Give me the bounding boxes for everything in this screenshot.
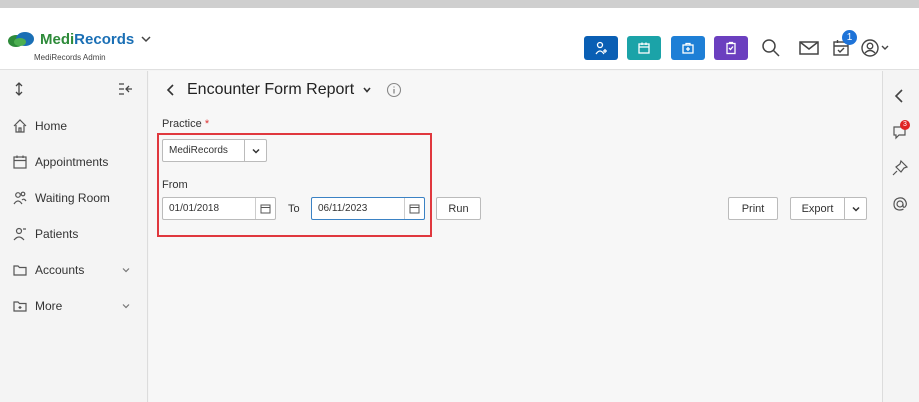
sidebar-item-patients[interactable]: Patients [0, 216, 148, 252]
more-icon [13, 301, 27, 312]
page-title: Encounter Form Report [187, 81, 355, 98]
search-icon [762, 39, 780, 57]
search-button[interactable] [759, 36, 783, 60]
browser-top-strip [0, 0, 919, 8]
chevron-down-icon [851, 206, 860, 212]
app-name: MediRecords [40, 30, 135, 48]
calendar-icon [638, 42, 650, 54]
chevron-down-icon [122, 304, 130, 309]
info-icon[interactable] [386, 82, 402, 98]
highlight-box [157, 133, 432, 237]
chevron-down-icon[interactable] [362, 85, 372, 95]
sidebar-item-waiting-room[interactable]: Waiting Room [0, 180, 148, 216]
mail-icon [799, 41, 819, 55]
export-button[interactable]: Export [791, 198, 844, 219]
app-header: MediRecords MediRecords Admin 1 [0, 8, 919, 70]
sidebar-item-label: Patients [35, 227, 79, 241]
expand-vertical-icon[interactable] [12, 82, 26, 96]
home-icon [13, 119, 27, 133]
chevron-down-icon [141, 36, 151, 43]
sidebar-item-more[interactable]: More [0, 288, 148, 324]
clipboard-button[interactable] [714, 36, 748, 60]
run-button[interactable]: Run [436, 197, 481, 220]
chevron-down-icon [122, 268, 130, 273]
waiting-room-icon [13, 191, 27, 205]
right-toolbar: 3 [882, 71, 919, 402]
export-button-group: Export [790, 197, 867, 220]
sidebar-item-label: More [35, 299, 63, 313]
folder-icon [13, 265, 27, 276]
sidebar-item-home[interactable]: Home [0, 108, 148, 144]
add-patient-button[interactable] [584, 36, 618, 60]
mention-icon[interactable] [891, 195, 909, 213]
sidebar-item-label: Waiting Room [35, 191, 110, 205]
chat-badge: 3 [900, 120, 910, 130]
sidebar-toolbar [0, 71, 148, 107]
schedule-button[interactable] [627, 36, 661, 60]
medical-kit-button[interactable] [671, 36, 705, 60]
clipboard-icon [726, 41, 736, 55]
user-menu-button[interactable] [860, 36, 890, 60]
collapse-sidebar-icon[interactable] [118, 82, 134, 96]
sidebar-item-label: Accounts [35, 263, 85, 277]
sidebar-item-appointments[interactable]: Appointments [0, 144, 148, 180]
app-logo[interactable]: MediRecords [6, 30, 152, 48]
user-role: MediRecords Admin [34, 53, 106, 62]
cloud-logo-icon [6, 30, 36, 48]
patients-icon [13, 227, 26, 241]
medical-kit-icon [682, 42, 694, 54]
practice-label: Practice * [162, 118, 209, 130]
export-dropdown-toggle[interactable] [844, 198, 866, 219]
messages-button[interactable] [797, 36, 821, 60]
practice-label-text: Practice [162, 118, 202, 130]
sidebar: Home Appointments Waiting Room Patients … [0, 71, 148, 402]
back-chevron-icon[interactable] [165, 83, 177, 97]
add-patient-icon [595, 41, 607, 55]
sidebar-item-label: Appointments [35, 155, 109, 169]
notification-badge: 1 [842, 30, 857, 45]
page-title-row: Encounter Form Report [165, 81, 402, 99]
user-avatar-icon [861, 39, 889, 57]
pin-icon[interactable] [891, 159, 909, 177]
chevron-left-icon[interactable] [891, 87, 909, 105]
required-mark: * [204, 118, 210, 130]
print-button[interactable]: Print [728, 197, 778, 220]
calendar-icon [13, 155, 27, 169]
main-content: Encounter Form Report Practice * MediRec… [149, 71, 882, 402]
sidebar-item-label: Home [35, 119, 68, 133]
sidebar-item-accounts[interactable]: Accounts [0, 252, 148, 288]
